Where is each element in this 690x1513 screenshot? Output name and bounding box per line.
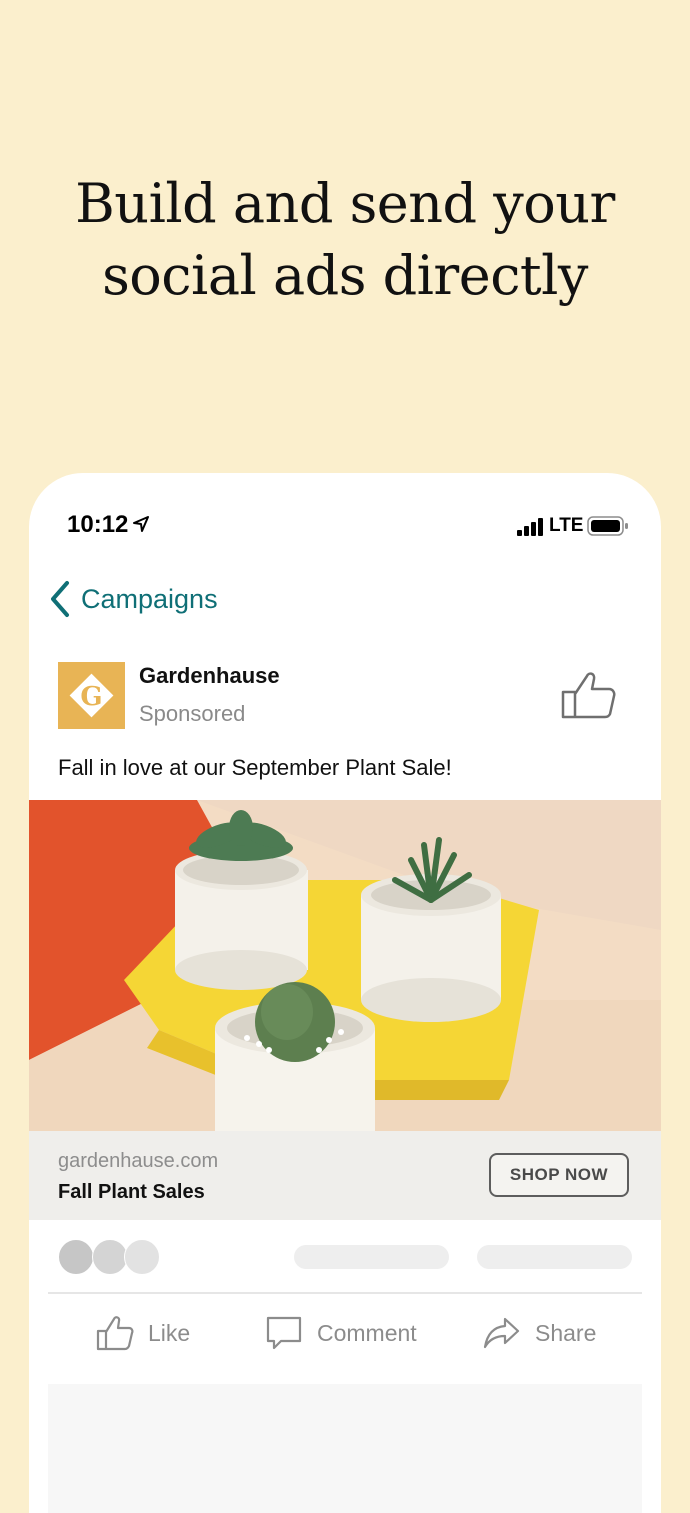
link-preview[interactable]: gardenhause.com Fall Plant Sales SHOP NO…: [29, 1131, 661, 1220]
headline-line-2: social ads directly: [102, 244, 588, 307]
reaction-dot: [58, 1239, 94, 1275]
reaction-summary: [58, 1239, 168, 1275]
reaction-dot: [92, 1239, 128, 1275]
divider: [48, 1292, 642, 1294]
share-action[interactable]: Share: [483, 1313, 596, 1353]
back-button-label: Campaigns: [81, 583, 218, 614]
share-label: Share: [535, 1319, 597, 1346]
phone-mockup: 10:12 LTE Campaigns G Gardenhause Sponso…: [29, 473, 661, 1513]
like-label: Like: [148, 1319, 191, 1346]
back-button[interactable]: Campaigns: [47, 579, 218, 619]
link-domain: gardenhause.com: [58, 1150, 219, 1172]
sponsored-label: Sponsored: [139, 701, 246, 726]
location-arrow-icon: [133, 516, 149, 532]
brand-name[interactable]: Gardenhause: [139, 663, 280, 689]
share-icon: [483, 1317, 520, 1349]
placeholder-bar: [294, 1245, 449, 1269]
brand-logo: G: [58, 662, 125, 729]
brand-logo-letter: G: [80, 682, 102, 712]
placeholder-bar: [477, 1245, 632, 1269]
comment-icon: [266, 1316, 302, 1350]
like-action[interactable]: Like: [96, 1313, 190, 1353]
ad-copy: Fall in love at our September Plant Sale…: [58, 755, 452, 780]
like-icon: [96, 1316, 134, 1351]
headline: Build and send your social ads directly: [0, 168, 690, 312]
cellular-signal-icon: [517, 518, 543, 536]
headline-line-1: Build and send your: [75, 172, 615, 235]
comment-label: Comment: [317, 1319, 417, 1346]
chevron-left-icon: [51, 581, 69, 617]
link-title: Fall Plant Sales: [58, 1181, 205, 1203]
battery-icon: [587, 516, 628, 536]
status-time: 10:12: [67, 511, 129, 538]
comment-action[interactable]: Comment: [265, 1313, 417, 1353]
status-bar: 10:12 LTE: [29, 473, 661, 583]
thumbs-up-icon[interactable]: [559, 670, 617, 720]
network-type: LTE: [549, 515, 584, 536]
shop-now-button[interactable]: SHOP NOW: [489, 1153, 629, 1197]
reaction-dot: [124, 1239, 160, 1275]
ad-image[interactable]: [29, 800, 661, 1131]
next-post-placeholder: [48, 1384, 642, 1513]
